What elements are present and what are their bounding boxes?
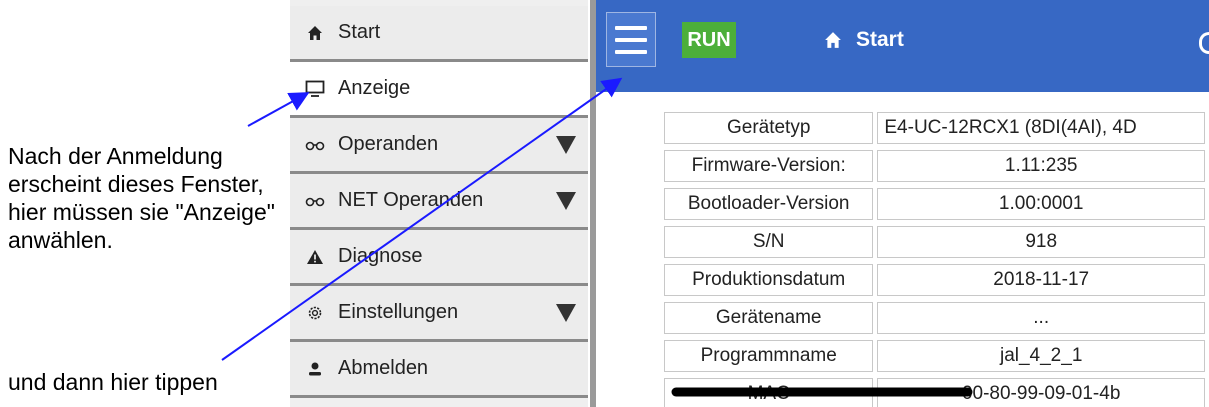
info-value: jal_4_2_1	[877, 340, 1205, 372]
info-value: E4-UC-12RCX1 (8DI(4AI), 4D	[877, 112, 1205, 144]
chevron-down-icon[interactable]	[556, 303, 576, 322]
info-value: 1.11:235	[877, 150, 1205, 182]
info-value: 1.00:0001	[877, 188, 1205, 220]
info-value: 918	[877, 226, 1205, 258]
info-key: Programmname	[664, 340, 874, 372]
warning-icon	[304, 246, 326, 268]
info-key: Produktionsdatum	[664, 264, 874, 296]
sidebar-item-diagnose[interactable]: Diagnose	[290, 230, 588, 286]
sidebar-item-label: Einstellungen	[338, 301, 459, 323]
power-icon[interactable]	[1199, 32, 1209, 54]
sidebar-item-label: Diagnose	[338, 245, 423, 267]
annotation-note-bottom: und dann hier tippen	[8, 369, 218, 395]
sidebar-item-abmelden[interactable]: Abmelden	[290, 342, 588, 398]
gear-icon	[304, 302, 326, 324]
info-key: Firmware-Version:	[664, 150, 874, 182]
info-key: MAC	[664, 378, 874, 407]
glasses-icon	[304, 134, 326, 156]
sidebar-item-label: Start	[338, 21, 381, 43]
info-key: S/N	[664, 226, 874, 258]
sidebar-item-label: Abmelden	[338, 357, 429, 379]
sidebar-item-label: Anzeige	[338, 77, 411, 99]
sidebar-item-einstellungen[interactable]: Einstellungen	[290, 286, 588, 342]
info-key: Bootloader-Version	[664, 188, 874, 220]
home-icon	[304, 22, 326, 44]
table-row: Bootloader-Version 1.00:0001	[664, 188, 1205, 220]
sidebar-item-label: NET Operanden	[338, 189, 484, 211]
info-value: ...	[877, 302, 1205, 334]
run-status-badge: RUN	[682, 22, 736, 58]
chevron-down-icon[interactable]	[556, 191, 576, 210]
top-header: RUN Start	[596, 0, 1209, 92]
sidebar-item-start[interactable]: Start	[290, 6, 588, 62]
hamburger-menu-button[interactable]	[606, 12, 656, 67]
table-row: S/N 918	[664, 226, 1205, 258]
page-title-label: Start	[856, 28, 904, 51]
sidebar-nav: Start Anzeige Operanden NET Operanden Di…	[290, 0, 588, 407]
home-icon	[825, 32, 841, 48]
table-row: MAC 00-80-99-09-01-4b	[664, 378, 1205, 407]
monitor-icon	[304, 78, 326, 100]
device-info-panel: Gerätetyp E4-UC-12RCX1 (8DI(4AI), 4D Fir…	[596, 92, 1209, 407]
sidebar-item-operanden[interactable]: Operanden	[290, 118, 588, 174]
glasses-icon	[304, 190, 326, 212]
user-icon	[304, 358, 326, 380]
table-row: Firmware-Version: 1.11:235	[664, 150, 1205, 182]
sidebar-item-net-operanden[interactable]: NET Operanden	[290, 174, 588, 230]
table-row: Gerätename ...	[664, 302, 1205, 334]
table-row: Produktionsdatum 2018-11-17	[664, 264, 1205, 296]
page-title: Start	[824, 28, 904, 52]
info-key: Gerätename	[664, 302, 874, 334]
chevron-down-icon[interactable]	[556, 135, 576, 154]
sidebar-item-anzeige[interactable]: Anzeige	[290, 62, 588, 118]
annotation-note-top: Nach der Anmeldung erscheint dieses Fens…	[8, 143, 275, 253]
table-row: Programmname jal_4_2_1	[664, 340, 1205, 372]
device-info-table: Gerätetyp E4-UC-12RCX1 (8DI(4AI), 4D Fir…	[660, 106, 1209, 407]
info-value: 00-80-99-09-01-4b	[877, 378, 1205, 407]
info-key: Gerätetyp	[664, 112, 874, 144]
table-row: Gerätetyp E4-UC-12RCX1 (8DI(4AI), 4D	[664, 112, 1205, 144]
sidebar-item-label: Operanden	[338, 133, 439, 155]
info-value: 2018-11-17	[877, 264, 1205, 296]
